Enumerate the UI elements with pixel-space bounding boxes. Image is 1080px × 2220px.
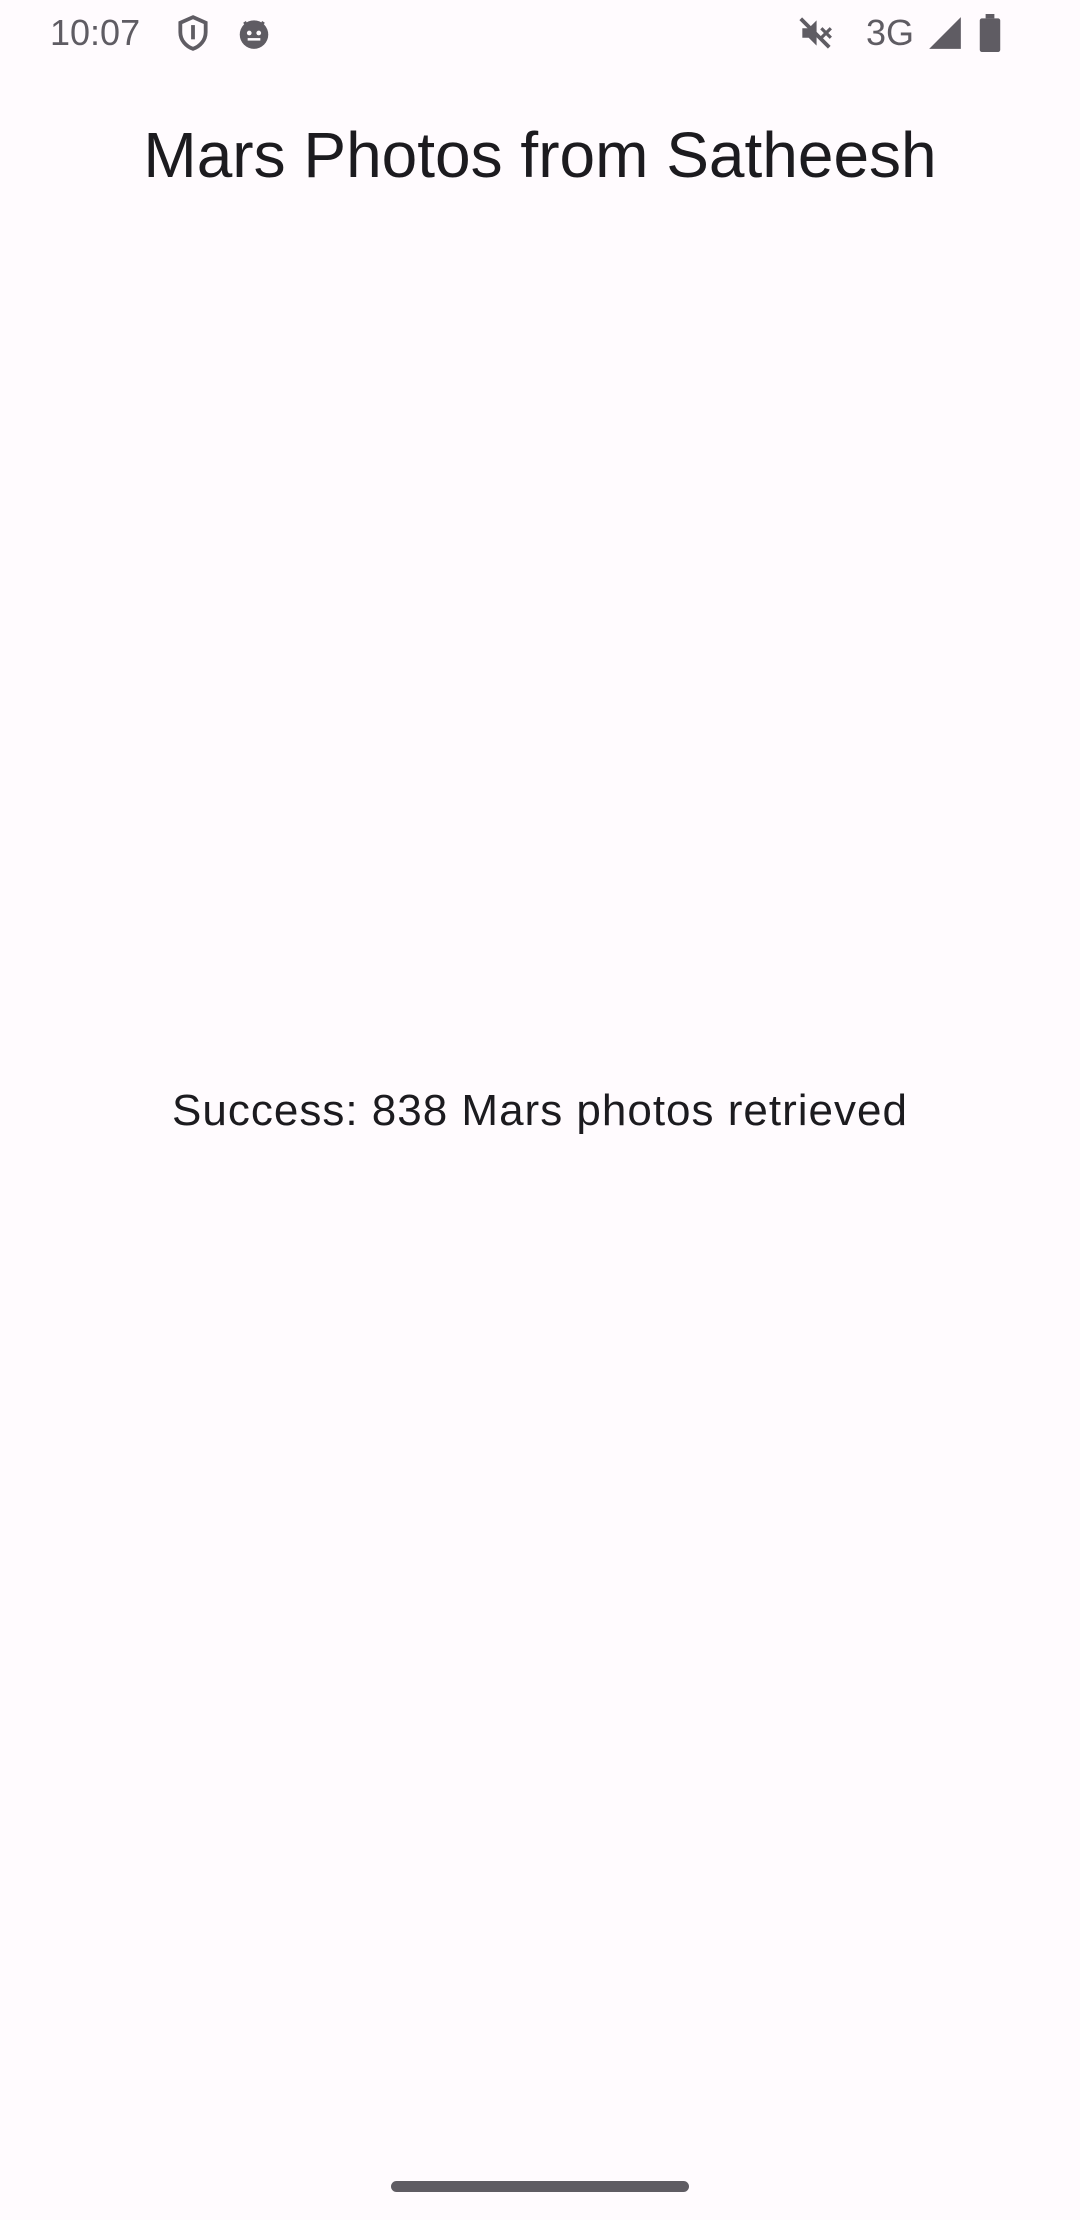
android-face-icon xyxy=(235,14,273,52)
network-type-label: 3G xyxy=(866,12,915,53)
mute-icon xyxy=(796,14,834,52)
app-screen: 10:07 3G Mars Photos from Satheesh Succe… xyxy=(0,0,1080,2220)
status-bar: 10:07 3G xyxy=(0,0,1080,66)
app-title: Mars Photos from Satheesh xyxy=(143,119,937,191)
gesture-navigation-handle[interactable] xyxy=(391,2181,689,2192)
photos-result-message: Success: 838 Mars photos retrieved xyxy=(172,1086,908,1135)
shield-icon xyxy=(174,14,212,52)
status-time: 10:07 xyxy=(50,12,141,53)
battery-icon xyxy=(975,14,1005,52)
signal-icon xyxy=(926,14,964,52)
